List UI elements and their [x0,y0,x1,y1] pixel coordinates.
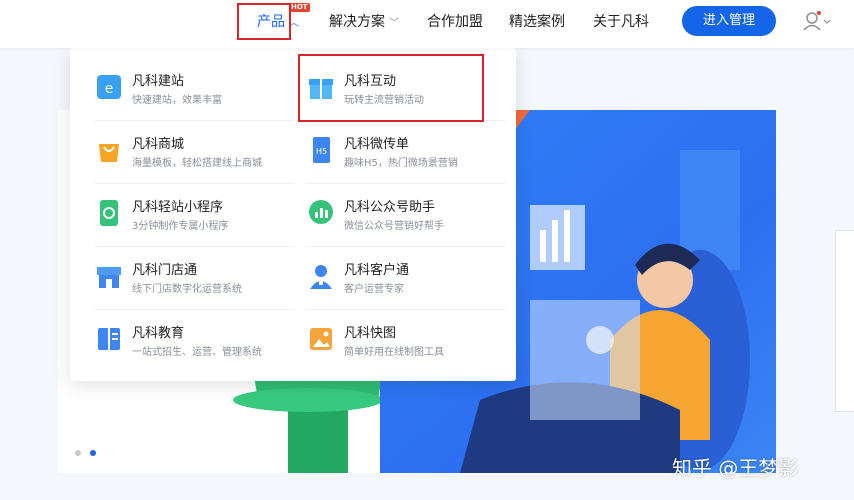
hot-badge: HOT [289,3,310,12]
website-icon: e [97,75,121,99]
menu-item-right-4[interactable]: 凡科快图简单好用在线制图工具 [306,320,506,378]
menu-item-title: 凡科微传单 [344,137,410,152]
menu-item-title: 凡科客户通 [344,263,410,278]
mini-program-icon [100,200,118,226]
highlight-box-fanke-interactive [298,54,484,122]
menu-item-description: 快速建站，效果丰富 [132,95,222,106]
user-avatar-icon [803,11,831,31]
shopping-bag-icon [99,144,119,162]
menu-item-left-1[interactable]: 凡科商城海量模板，轻松搭建线上商城 [94,131,294,189]
nav-about[interactable]: 关于凡科 [593,12,649,32]
menu-item-description: 趣味H5，热门微场景营销 [344,158,458,169]
highlight-box-products [237,3,291,40]
image-design-icon [310,328,332,350]
menu-item-description: 简单好用在线制图工具 [344,347,444,358]
menu-divider [94,309,294,310]
menu-item-left-2[interactable]: 凡科轻站小程序 3分钟制作专属小程序 [94,194,294,252]
watermark: 知乎 @王梦影 [672,456,799,480]
menu-item-title: 凡科公众号助手 [344,200,436,215]
menu-item-description: 微信公众号营销好帮手 [344,221,444,232]
menu-divider [306,183,506,184]
svg-text:e: e [105,81,114,97]
top-navigation: 产品 ︿ HOT 解决方案 ﹀ 合作加盟 精选案例 关于凡科 进入管理 [0,0,854,48]
user-menu[interactable] [802,10,832,34]
menu-item-description: 客户运营专家 [344,284,404,295]
nav-partners[interactable]: 合作加盟 [427,12,483,32]
menu-item-title: 凡科商城 [132,137,185,152]
menu-item-right-2[interactable]: 凡科公众号助手微信公众号营销好帮手 [306,194,506,252]
menu-item-description: 线下门店数字化运营系统 [132,284,242,295]
menu-divider [306,309,506,310]
menu-item-left-3[interactable]: 凡科门店通线下门店数字化运营系统 [94,257,294,315]
h5-flyer-icon: H5 [313,137,330,163]
carousel-dot[interactable] [75,450,81,456]
menu-item-description: 海量模板，轻松搭建线上商城 [132,158,262,169]
nav-solutions[interactable]: 解决方案 ﹀ [329,12,399,34]
menu-item-title: 凡科轻站小程序 [132,200,224,215]
next-slide-card[interactable] [835,230,854,412]
menu-item-title: 凡科教育 [132,326,185,341]
carousel-dot-active[interactable] [90,450,96,456]
menu-item-title: 凡科门店通 [132,263,198,278]
menu-divider [306,246,506,247]
menu-item-right-1[interactable]: H5 凡科微传单趣味H5，热门微场景营销 [306,131,506,189]
menu-item-title: 凡科建站 [132,74,185,89]
nav-solutions-label: 解决方案 [329,14,385,30]
nav-cases[interactable]: 精选案例 [509,12,565,32]
menu-divider [94,120,294,121]
svg-text:H5: H5 [316,147,327,156]
menu-item-left-4[interactable]: 凡科教育一站式招生、运营、管理系统 [94,320,294,378]
chevron-down-icon: ﹀ [389,18,399,29]
menu-item-left-0[interactable]: e 凡科建站快速建站，效果丰富 [94,68,294,126]
chat-chart-icon [309,200,333,224]
menu-item-description: 3分钟制作专属小程序 [132,221,229,232]
education-book-icon [98,328,120,350]
menu-item-description: 一站式招生、运营、管理系统 [132,347,262,358]
customer-icon [310,265,332,289]
menu-item-title: 凡科快图 [344,326,397,341]
store-icon [97,267,121,288]
menu-item-right-3[interactable]: 凡科客户通客户运营专家 [306,257,506,315]
enter-management-button[interactable]: 进入管理 [682,6,776,36]
menu-divider [94,246,294,247]
menu-divider [94,183,294,184]
